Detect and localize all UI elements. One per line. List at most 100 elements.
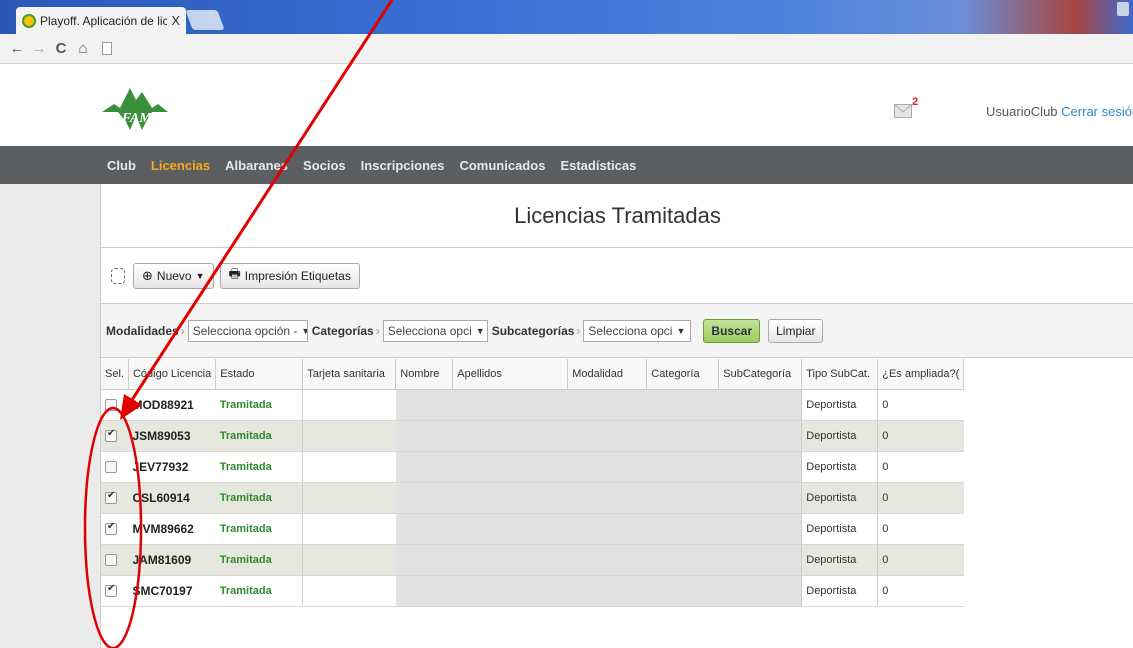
cell-sel[interactable]: [101, 420, 129, 452]
cell-tarjeta: [302, 420, 396, 452]
menu-item-albaranes[interactable]: Albaranes: [225, 158, 288, 173]
cell-apellidos: [452, 544, 568, 576]
cell-categoria: [646, 420, 719, 452]
cell-ampliada: 0: [877, 389, 964, 421]
user-name: UsuarioClub: [986, 104, 1058, 119]
home-icon[interactable]: ⌂: [72, 40, 94, 57]
row-checkbox[interactable]: [105, 553, 117, 566]
row-checkbox[interactable]: [105, 460, 117, 473]
cell-ampliada: 0: [877, 575, 964, 607]
menu-item-club[interactable]: Club: [107, 158, 136, 173]
cell-subcategoria: [718, 544, 802, 576]
dropdown-arrow-icon: ▼: [676, 325, 686, 336]
dropdown-arrow-icon: ▼: [301, 326, 306, 336]
favicon-icon: [22, 13, 36, 28]
cell-subcategoria: [718, 482, 802, 514]
cell-sel[interactable]: [101, 389, 129, 421]
table-row[interactable]: JEV77932 Tramitada Deportista 0: [101, 451, 964, 483]
cell-categoria: [646, 544, 719, 576]
printer-icon: 🖶: [228, 265, 241, 281]
cell-sel[interactable]: [101, 544, 129, 576]
table-row[interactable]: JSM89053Tramitada Deportista0: [101, 420, 964, 452]
main-content: Licencias Tramitadas ⊕ Nuevo ▼ 🖶 Impresi…: [100, 184, 1133, 648]
col-estado[interactable]: Estado: [215, 359, 304, 390]
cell-codigo: SMC70197: [128, 575, 216, 607]
logout-link[interactable]: Cerrar sesión: [1061, 104, 1133, 119]
window-user-button[interactable]: [1117, 2, 1129, 16]
table-row[interactable]: MVM89662Tramitada Deportista0: [101, 513, 964, 545]
cell-ampliada: 0: [877, 451, 964, 483]
cell-categoria: [646, 482, 719, 514]
cell-nombre: [395, 389, 453, 421]
table-row[interactable]: SMC70197Tramitada Deportista0: [101, 575, 964, 607]
table-row[interactable]: CSL60914Tramitada Deportista0: [101, 482, 964, 514]
new-button[interactable]: ⊕ Nuevo ▼: [133, 262, 214, 289]
print-labels-button[interactable]: 🖶 Impresión Etiquetas: [219, 262, 360, 289]
cell-sel[interactable]: [101, 513, 129, 545]
col-ampliada[interactable]: ¿Es ampliada?(: [877, 359, 965, 390]
cell-ampliada: 0: [877, 420, 964, 452]
row-checkbox[interactable]: [105, 521, 117, 535]
col-nombre[interactable]: Nombre: [395, 359, 454, 390]
reload-icon[interactable]: C: [50, 40, 72, 57]
row-checkbox[interactable]: [105, 583, 117, 597]
cell-tarjeta: [302, 451, 396, 483]
fam-logo-icon: FAM: [102, 88, 168, 130]
clear-button[interactable]: Limpiar: [768, 318, 824, 343]
cell-modalidad: [567, 389, 647, 421]
col-subcategoria[interactable]: SubCategoría: [718, 359, 803, 390]
subcategorias-select[interactable]: Selecciona opci ▼: [583, 319, 692, 342]
col-apellidos[interactable]: Apellidos: [452, 359, 569, 390]
toolbar: ⊕ Nuevo ▼ 🖶 Impresión Etiquetas: [101, 248, 1133, 304]
col-sel[interactable]: Sel.: [101, 359, 129, 390]
chevron-right-icon: ›: [576, 323, 581, 338]
cell-sel[interactable]: [101, 451, 129, 483]
col-tarjeta[interactable]: Tarjeta sanitaria: [302, 359, 397, 390]
col-categoria[interactable]: Categoría: [646, 359, 720, 390]
new-tab-button[interactable]: [185, 10, 225, 30]
modalidades-value: Selecciona opción -: [192, 323, 298, 338]
cell-apellidos: [452, 513, 568, 545]
mail-icon[interactable]: [894, 104, 912, 118]
cell-tipo-subcat: Deportista: [801, 389, 878, 421]
row-checkbox[interactable]: [105, 490, 117, 504]
user-area: UsuarioClub Cerrar sesión: [986, 104, 1133, 119]
chevron-right-icon: ›: [180, 323, 185, 338]
cell-codigo: MVM89662: [128, 513, 216, 545]
forward-icon[interactable]: →: [28, 40, 50, 57]
search-button[interactable]: Buscar: [703, 318, 761, 343]
menu-item-licencias[interactable]: Licencias: [151, 158, 210, 173]
col-modalidad[interactable]: Modalidad: [567, 359, 648, 390]
cell-nombre: [395, 482, 453, 514]
cell-sel[interactable]: [101, 482, 129, 514]
categorias-select[interactable]: Selecciona opci ▼: [382, 319, 488, 342]
cell-sel[interactable]: [101, 575, 129, 607]
new-button-label: Nuevo: [156, 268, 192, 283]
cell-estado: Tramitada: [215, 575, 303, 607]
menu-item-comunicados[interactable]: Comunicados: [459, 158, 545, 173]
menu-item-inscripciones[interactable]: Inscripciones: [361, 158, 445, 173]
tab-close-icon[interactable]: X: [171, 13, 180, 28]
row-checkbox[interactable]: [105, 428, 117, 442]
table-row[interactable]: JAM81609 Tramitada Deportista 0: [101, 544, 964, 576]
browser-tab[interactable]: Playoff. Aplicación de licer X: [16, 7, 186, 34]
col-codigo[interactable]: Código Licencia: [128, 359, 217, 390]
menu-item-socios[interactable]: Socios: [303, 158, 346, 173]
cell-categoria: [646, 451, 719, 483]
table-row[interactable]: MOD88921 Tramitada Deportista 0: [101, 389, 964, 421]
cell-ampliada: 0: [877, 482, 964, 514]
cell-modalidad: [567, 575, 647, 607]
col-tipo-subcat[interactable]: Tipo SubCat.: [801, 359, 879, 390]
row-checkbox[interactable]: [105, 398, 117, 411]
cell-tarjeta: [302, 544, 396, 576]
select-all-toggle[interactable]: [111, 267, 125, 284]
subcategorias-value: Selecciona opci: [588, 323, 673, 338]
cell-tarjeta: [302, 575, 396, 607]
subcategorias-label: Subcategorías: [491, 323, 575, 338]
back-icon[interactable]: ←: [6, 40, 28, 57]
cell-tipo-subcat: Deportista: [801, 451, 878, 483]
main-menu: Club Licencias Albaranes Socios Inscripc…: [0, 146, 1133, 184]
modalidades-select[interactable]: Selecciona opción - ▼: [187, 319, 308, 342]
filter-bar: Modalidades › Selecciona opción - ▼ Cate…: [101, 304, 1133, 358]
menu-item-estadisticas[interactable]: Estadísticas: [560, 158, 636, 173]
